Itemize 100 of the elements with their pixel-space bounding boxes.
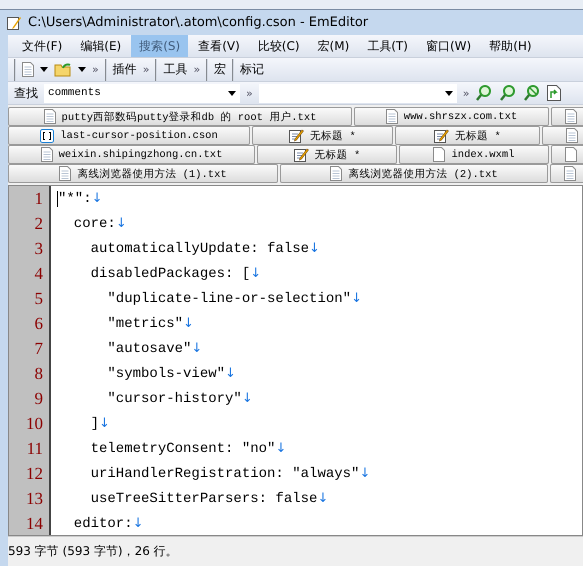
pencil-note-icon [294, 147, 309, 162]
line-end-mark: ↓ [191, 341, 202, 356]
brackets-file-icon [40, 128, 54, 142]
code-line: ″autosave″ [106, 340, 192, 356]
more-chevron[interactable]: » [462, 86, 470, 100]
document-icon [40, 147, 53, 162]
line-number: 8 [34, 362, 44, 384]
code-line: ″symbols-view″ [106, 366, 226, 382]
more-chevron[interactable]: » [92, 63, 99, 76]
code-line: automaticallyUpdate: false [90, 240, 310, 256]
line-end-mark: ↓ [359, 466, 370, 481]
file-tab[interactable]: putty西部数码putty登录和db 的 root 用户.txt [8, 107, 352, 126]
window-title: C:\Users\Administrator\.atom\config.cson - EmEditor [28, 15, 368, 30]
toolbar-band-label: 插件 [112, 61, 137, 78]
line-number: 9 [34, 388, 44, 410]
document-icon [564, 166, 576, 181]
document-icon [433, 147, 446, 162]
line-number: 2 [34, 212, 44, 234]
line-end-mark: ↓ [116, 216, 127, 231]
file-tab[interactable]: 无标题 * [257, 145, 397, 164]
code-line: useTreeSitterParsers: false [90, 490, 318, 506]
file-tab[interactable] [551, 145, 583, 164]
document-icon [59, 166, 72, 181]
notepad-icon [6, 14, 22, 30]
menu-item[interactable]: 搜索(S) [131, 35, 188, 57]
line-end-mark: ↓ [250, 266, 262, 281]
toolbar-band-label: 工具 [163, 61, 188, 78]
toolbar-band-label: 宏 [214, 61, 226, 78]
code-line: ″metrics″ [106, 316, 184, 332]
line-end-mark: ↓ [132, 516, 144, 531]
line-end-mark: ↓ [309, 241, 320, 256]
line-number: 13 [25, 488, 44, 510]
document-icon [386, 109, 398, 124]
file-tab[interactable] [550, 164, 583, 183]
find-field[interactable]: comments [44, 84, 240, 102]
code-line: ″cursor-history″ [106, 390, 242, 406]
file-tab[interactable]: 离线浏览器使用方法 (1).txt [8, 164, 278, 183]
pencil-note-icon [434, 128, 450, 143]
more-chevron[interactable]: » [193, 63, 200, 76]
more-chevron[interactable]: » [246, 86, 253, 100]
file-tab[interactable]: 无标题 * [395, 126, 540, 145]
dropdown-arrow-icon[interactable] [78, 67, 86, 72]
line-number: 5 [34, 288, 44, 310]
status-text: 593 字节 (593 字节)，26 行。 [8, 543, 178, 560]
find-all-icon[interactable] [523, 84, 542, 102]
dropdown-arrow-icon[interactable] [228, 90, 236, 96]
document-icon [565, 109, 577, 124]
code-line: core: [72, 216, 116, 232]
file-tab[interactable] [551, 107, 583, 126]
code-line: ] [90, 416, 100, 432]
line-end-mark: ↓ [92, 191, 103, 206]
file-tab[interactable]: 离线浏览器使用方法 (2).txt [280, 164, 548, 183]
find-previous-icon[interactable] [499, 84, 518, 102]
line-number: 6 [34, 312, 44, 334]
replace-field[interactable] [258, 84, 457, 102]
line-end-mark: ↓ [99, 416, 110, 431]
line-number: 7 [34, 338, 44, 360]
toolbar-band-label: 标记 [240, 61, 264, 78]
file-tab[interactable]: last-cursor-position.cson [8, 126, 250, 145]
file-tab[interactable]: index.wxml [399, 145, 549, 164]
code-line: uriHandlerRegistration: ″always″ [90, 466, 360, 482]
code-line: editor: [72, 516, 133, 532]
line-number: 12 [25, 462, 44, 484]
dropdown-arrow-icon[interactable] [40, 67, 48, 72]
line-number: 10 [25, 412, 44, 434]
file-tab[interactable]: weixin.shipingzhong.cn.txt [8, 145, 255, 164]
file-tab[interactable]: 无标题 * [252, 126, 393, 145]
menu-item[interactable]: 查看(V) [190, 35, 248, 57]
line-number: 1 [34, 188, 44, 210]
editor-area[interactable] [8, 185, 583, 536]
line-number: 11 [26, 438, 44, 460]
document-arrow-icon[interactable] [547, 85, 562, 101]
menu-item[interactable]: 工具(T) [359, 35, 416, 57]
line-number: 14 [25, 512, 44, 534]
menu-item[interactable]: 编辑(E) [72, 35, 130, 57]
menu-item[interactable]: 比较(C) [250, 35, 308, 57]
menu-item[interactable]: 宏(M) [310, 35, 358, 57]
menu-item[interactable]: 帮助(H) [481, 35, 540, 57]
dropdown-arrow-icon[interactable] [444, 90, 453, 96]
document-icon [566, 128, 578, 143]
code-line: telemetryConsent: ″no″ [90, 440, 276, 456]
file-tab[interactable]: www.shrszx.com.txt [354, 107, 549, 126]
line-end-mark: ↓ [242, 391, 253, 406]
pencil-note-icon [289, 128, 304, 143]
find-label: 查找 [14, 84, 38, 102]
line-end-mark: ↓ [183, 316, 194, 331]
document-icon [330, 166, 342, 181]
menu-item[interactable]: 文件(F) [14, 35, 70, 57]
document-icon [565, 147, 577, 162]
line-end-mark: ↓ [351, 291, 362, 306]
document-icon [44, 109, 56, 124]
line-end-mark: ↓ [225, 366, 236, 381]
menu-item[interactable]: 窗口(W) [418, 35, 480, 57]
folder-icon[interactable] [54, 62, 72, 77]
line-number: 3 [34, 238, 44, 260]
line-end-mark: ↓ [275, 441, 286, 456]
line-number: 4 [34, 262, 44, 284]
more-chevron[interactable]: » [142, 63, 150, 76]
find-next-icon[interactable] [475, 84, 494, 102]
line-end-mark: ↓ [317, 491, 328, 506]
